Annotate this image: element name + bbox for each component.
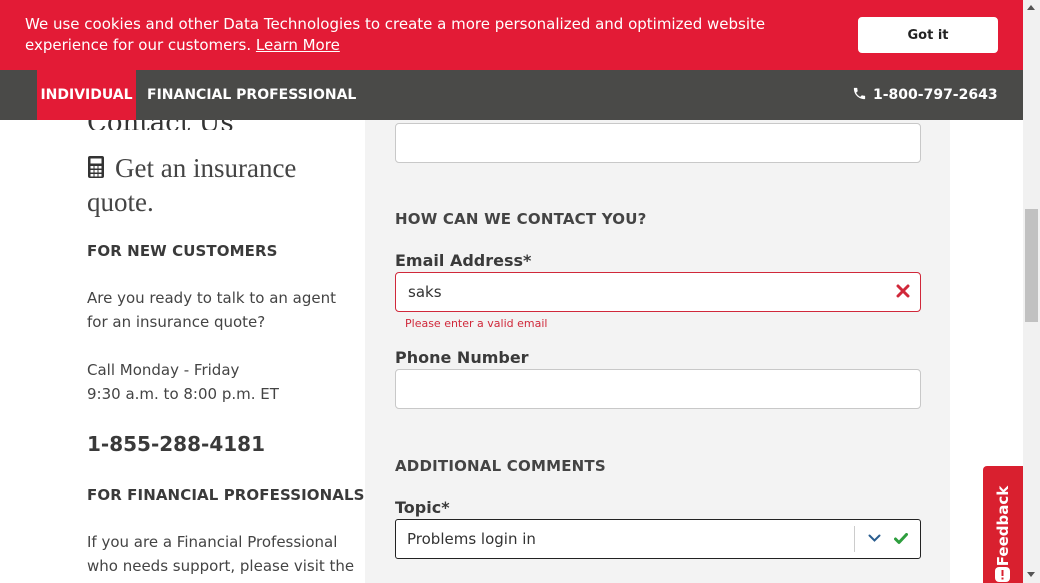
topic-select[interactable]: Problems login in	[395, 519, 921, 559]
quote-phone-number[interactable]: 1-855-288-4181	[87, 432, 265, 456]
tab-financial-professional[interactable]: FINANCIAL PROFESSIONAL	[147, 70, 356, 120]
email-error-message: Please enter a valid email	[405, 317, 548, 330]
new-customers-text: Are you ready to talk to an agent for an…	[87, 289, 336, 331]
chevron-down-icon	[868, 534, 881, 542]
select-divider	[854, 526, 855, 552]
hours-line-1: Call Monday - Friday	[87, 361, 240, 379]
quote-heading-text: Get an insurance quote.	[87, 153, 297, 217]
top-navigation: INDIVIDUAL FINANCIAL PROFESSIONAL 1-800-…	[0, 70, 1023, 120]
phone-label: Phone Number	[395, 348, 529, 367]
email-field[interactable]: saks	[395, 272, 921, 312]
page-scrollbar[interactable]	[1023, 0, 1040, 583]
topic-selected-value: Problems login in	[407, 530, 536, 548]
new-customers-title: FOR NEW CUSTOMERS	[87, 242, 278, 260]
feedback-tab[interactable]: Feedback	[983, 466, 1023, 583]
calculator-icon	[87, 154, 105, 186]
scrollbar-thumb[interactable]	[1025, 209, 1038, 322]
scroll-down-arrow-icon[interactable]	[1027, 572, 1035, 577]
topic-label: Topic*	[395, 498, 450, 517]
header-phone-link[interactable]: 1-800-797-2643	[852, 70, 998, 120]
phone-field[interactable]	[395, 369, 921, 409]
error-x-icon	[896, 284, 910, 298]
header-phone-number: 1-800-797-2643	[873, 87, 998, 103]
checkmark-icon	[894, 533, 908, 544]
quote-heading: Get an insurance quote.	[87, 152, 357, 218]
learn-more-link[interactable]: Learn More	[256, 36, 340, 54]
feedback-label: Feedback	[994, 485, 1012, 567]
phone-icon	[853, 87, 866, 100]
cookie-message-text: We use cookies and other Data Technologi…	[25, 15, 766, 54]
scroll-up-arrow-icon[interactable]	[1027, 5, 1035, 10]
comments-section-title: ADDITIONAL COMMENTS	[395, 457, 606, 475]
got-it-button[interactable]: Got it	[858, 17, 998, 53]
financial-professionals-title: FOR FINANCIAL PROFESSIONALS	[87, 486, 365, 504]
email-label: Email Address*	[395, 251, 532, 270]
tab-individual[interactable]: INDIVIDUAL	[37, 70, 136, 120]
feedback-chat-icon	[995, 567, 1010, 582]
contact-section-title: HOW CAN WE CONTACT YOU?	[395, 210, 647, 228]
financial-professionals-text: If you are a Financial Professional who …	[87, 533, 355, 575]
previous-field-input[interactable]	[395, 123, 921, 163]
cookie-banner: We use cookies and other Data Technologi…	[0, 0, 1023, 70]
cookie-message: We use cookies and other Data Technologi…	[25, 14, 825, 56]
hours-line-2: 9:30 a.m. to 8:00 p.m. ET	[87, 385, 279, 403]
